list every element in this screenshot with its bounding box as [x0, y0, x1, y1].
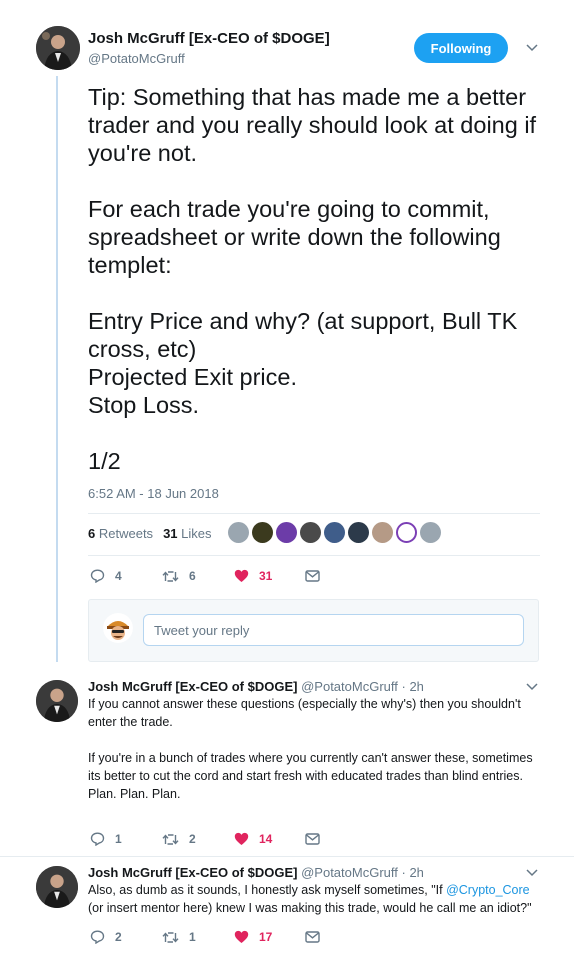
author-name[interactable]: Josh McGruff [Ex-CEO of $DOGE] [88, 865, 297, 880]
liker-avatar[interactable] [228, 522, 249, 543]
current-user-avatar [103, 613, 133, 643]
avatar[interactable] [36, 680, 78, 722]
like-action[interactable]: 17 [234, 930, 272, 944]
heart-icon [234, 832, 249, 845]
envelope-icon [305, 570, 320, 582]
envelope-icon [305, 833, 320, 845]
liker-avatar[interactable] [396, 522, 417, 543]
like-count: 17 [259, 930, 273, 944]
retweet-icon [162, 833, 179, 845]
reply-action[interactable]: 1 [90, 832, 122, 846]
tweet-stats: 6 Retweets 31 Likes [88, 526, 212, 541]
divider [88, 513, 540, 514]
reply-header: Josh McGruff [Ex-CEO of $DOGE] @PotatoMc… [88, 865, 424, 880]
reply-icon [90, 930, 105, 944]
user-photo-icon [36, 866, 78, 908]
retweet-count: 2 [189, 832, 196, 846]
following-button[interactable]: Following [414, 33, 508, 63]
liker-avatar[interactable] [372, 522, 393, 543]
reply-time[interactable]: 2h [409, 679, 423, 694]
retweet-action[interactable]: 2 [162, 832, 196, 846]
heart-icon [234, 930, 249, 943]
reply-header: Josh McGruff [Ex-CEO of $DOGE] @PotatoMc… [88, 679, 424, 694]
reply-input[interactable] [143, 614, 524, 646]
mention-link[interactable]: @Crypto_Core [446, 883, 530, 897]
reply-time[interactable]: 2h [409, 865, 423, 880]
chevron-down-icon[interactable] [525, 680, 539, 694]
reply-icon [90, 569, 105, 583]
reply-count: 2 [115, 930, 122, 944]
liker-avatar[interactable] [252, 522, 273, 543]
retweet-icon [162, 570, 179, 582]
retweet-count: 6 [189, 569, 196, 583]
thread-connector-line [56, 76, 58, 662]
like-count: 31 [259, 569, 273, 583]
avatar[interactable] [36, 866, 78, 908]
liker-avatar[interactable] [300, 522, 321, 543]
liker-avatar[interactable] [324, 522, 345, 543]
reply-icon [90, 832, 105, 846]
likes-stat[interactable]: 31 Likes [163, 526, 211, 541]
heart-icon [234, 569, 249, 582]
user-photo-icon [36, 26, 80, 70]
retweet-action[interactable]: 6 [162, 569, 196, 583]
reply-text: Also, as dumb as it sounds, I honestly a… [88, 883, 532, 915]
reply-text: If you cannot answer these questions (es… [88, 697, 533, 801]
reply-count: 1 [115, 832, 122, 846]
author-handle[interactable]: @PotatoMcGruff [301, 679, 398, 694]
chevron-down-icon[interactable] [525, 41, 539, 55]
divider [88, 555, 540, 556]
retweet-icon [162, 931, 179, 943]
author-handle[interactable]: @PotatoMcGruff [88, 51, 185, 66]
tweet-text: Tip: Something that has made me a better… [88, 84, 537, 474]
divider [0, 856, 574, 857]
chevron-down-icon[interactable] [525, 866, 539, 880]
retweet-count: 1 [189, 930, 196, 944]
reply-action[interactable]: 4 [90, 569, 122, 583]
liker-avatar[interactable] [276, 522, 297, 543]
reply-action[interactable]: 2 [90, 930, 122, 944]
like-count: 14 [259, 832, 273, 846]
author-name[interactable]: Josh McGruff [Ex-CEO of $DOGE] [88, 679, 297, 694]
user-photo-icon [36, 680, 78, 722]
liker-avatar[interactable] [348, 522, 369, 543]
liker-avatar[interactable] [420, 522, 441, 543]
direct-message-action[interactable] [305, 833, 320, 845]
direct-message-action[interactable] [305, 931, 320, 943]
reply-count: 4 [115, 569, 122, 583]
user-photo-icon [103, 613, 133, 643]
direct-message-action[interactable] [305, 570, 320, 582]
retweets-stat[interactable]: 6 Retweets [88, 526, 153, 541]
liker-avatars [228, 522, 441, 543]
envelope-icon [305, 931, 320, 943]
author-name[interactable]: Josh McGruff [Ex-CEO of $DOGE] [88, 30, 330, 47]
like-action[interactable]: 31 [234, 569, 272, 583]
avatar[interactable] [36, 26, 80, 70]
like-action[interactable]: 14 [234, 832, 272, 846]
retweet-action[interactable]: 1 [162, 930, 196, 944]
author-handle[interactable]: @PotatoMcGruff [301, 865, 398, 880]
tweet-timestamp[interactable]: 6:52 AM - 18 Jun 2018 [88, 486, 219, 501]
